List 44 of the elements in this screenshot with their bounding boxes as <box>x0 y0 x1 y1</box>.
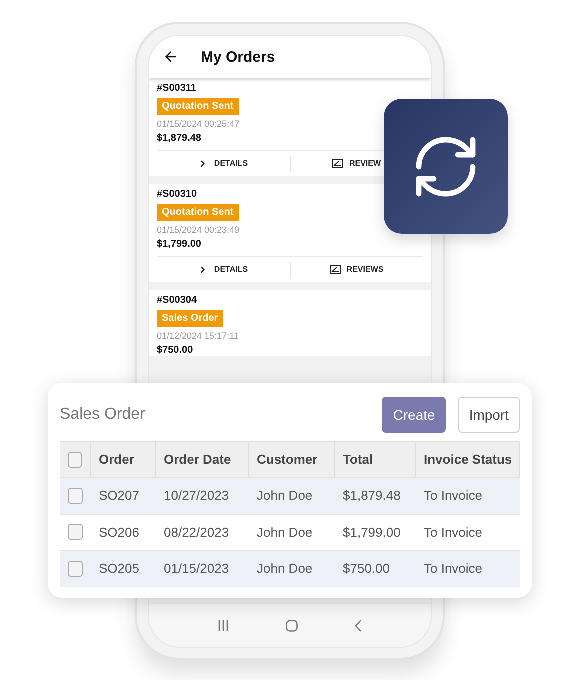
checkbox[interactable] <box>68 524 83 540</box>
column-header: Order <box>91 441 156 477</box>
order-amount: $1,879.48 <box>157 133 202 144</box>
home-icon[interactable] <box>286 620 298 632</box>
table-cell: SO205 <box>91 550 156 586</box>
table-cell: SO207 <box>91 477 156 514</box>
table-cell: To Invoice <box>416 477 520 514</box>
table-cell: $750.00 <box>335 550 416 586</box>
order-date: 01/15/2024 00:23:49 <box>157 225 240 235</box>
checkbox[interactable] <box>68 452 82 468</box>
screen-title: My Orders <box>201 48 276 66</box>
table-cell: John Doe <box>249 477 335 514</box>
details-button[interactable]: DETAILS <box>196 154 250 174</box>
checkbox[interactable] <box>68 560 83 577</box>
table-cell: John Doe <box>249 550 335 586</box>
status-badge: Sales Order <box>157 310 224 327</box>
create-button[interactable]: Create <box>382 397 446 433</box>
table-cell: 10/27/2023 <box>156 477 249 514</box>
order-date: 01/15/2024 00:25:47 <box>157 119 240 129</box>
reviews-button[interactable]: REVIEW <box>330 154 384 174</box>
status-badge: Quotation Sent <box>157 98 239 115</box>
reviews-button[interactable]: REVIEWS <box>328 260 386 280</box>
details-button[interactable]: DETAILS <box>196 260 250 280</box>
column-header: Total <box>335 441 416 477</box>
table-cell: 01/15/2023 <box>156 550 249 586</box>
column-header: Order Date <box>156 441 249 477</box>
order-date: 01/12/2024 15:17:11 <box>157 331 239 341</box>
image-pen-icon <box>332 158 344 168</box>
image-pen-icon <box>330 264 341 274</box>
order-number: #S00304 <box>157 295 198 306</box>
order-number: #S00310 <box>157 189 198 200</box>
recents-icon[interactable] <box>218 620 229 631</box>
order-amount: $750.00 <box>157 345 194 356</box>
back-icon[interactable] <box>163 49 179 65</box>
column-header: Invoice Status <box>416 441 520 477</box>
table-cell: $1,879.48 <box>335 477 416 514</box>
order-amount: $1,799.00 <box>157 239 202 250</box>
status-badge: Quotation Sent <box>157 204 239 221</box>
table-cell: To Invoice <box>416 550 520 586</box>
column-header: Customer <box>249 441 335 477</box>
import-button[interactable]: Import <box>458 397 520 433</box>
card-title: Sales Order <box>60 406 146 424</box>
order-number: #S00311 <box>157 83 196 94</box>
checkbox[interactable] <box>68 488 83 504</box>
